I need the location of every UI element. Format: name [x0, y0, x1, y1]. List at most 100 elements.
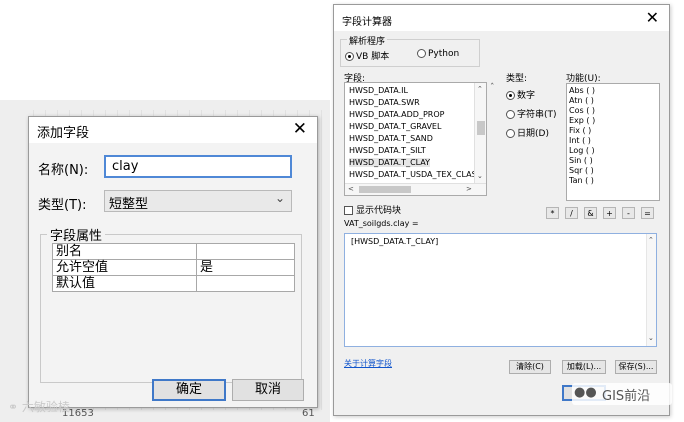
scroll-left-icon[interactable]: <	[348, 185, 354, 193]
field-properties-group: 字段属性 别名 允许空值 是 默认值	[40, 225, 302, 383]
list-item[interactable]: HWSD_DATA.ADD_PROP	[349, 110, 444, 119]
expression-label: VAT_soilgds.clay =	[344, 219, 419, 228]
clear-button[interactable]: 清除(C)	[509, 360, 551, 374]
table-row[interactable]: 允许空值 是	[52, 259, 295, 276]
properties-table: 别名 允许空值 是 默认值	[52, 243, 295, 292]
cancel-button[interactable]: 取消	[232, 379, 304, 401]
wechat-icon: ●●	[574, 385, 597, 400]
ok-button[interactable]: 确定	[152, 379, 226, 401]
watermark-icon: ⚭	[8, 400, 19, 414]
close-icon[interactable]: ✕	[646, 8, 659, 27]
watermark-left: ⚭ 六敏验棱	[8, 398, 70, 415]
list-item[interactable]: HWSD_DATA.T_GRAVEL	[349, 122, 441, 131]
vertical-scrollbar[interactable]: ⌃ ⌄	[646, 234, 656, 346]
chevron-down-icon: ⌄	[274, 191, 285, 205]
function-item[interactable]: Int ( )	[569, 136, 591, 145]
radio-icon	[345, 52, 354, 61]
close-icon[interactable]: ✕	[293, 119, 307, 139]
dialog-titlebar: 添加字段 ✕	[29, 117, 317, 143]
scrollbar-thumb[interactable]	[477, 121, 485, 135]
sort-handle-icon: ˆ	[490, 83, 495, 93]
parser-option-vb[interactable]: VB 脚本	[345, 49, 389, 62]
parser-title: 解析程序	[347, 34, 388, 47]
name-label: 名称(N):	[38, 163, 89, 178]
scroll-up-icon[interactable]: ⌃	[477, 85, 483, 93]
list-item[interactable]: HWSD_DATA.IL	[349, 86, 408, 95]
function-item[interactable]: Atn ( )	[569, 96, 594, 105]
table-row[interactable]: 默认值	[52, 275, 295, 292]
field-properties-title: 字段属性	[47, 225, 106, 244]
function-item[interactable]: Log ( )	[569, 146, 595, 155]
watermark-right: ●● GIS前沿	[572, 383, 672, 405]
property-value[interactable]: 是	[196, 259, 295, 276]
list-item[interactable]: HWSD_DATA.T_SAND	[349, 134, 433, 143]
scrollbar-thumb[interactable]	[359, 186, 411, 193]
type-label: 类型:	[506, 74, 528, 84]
parser-option-label: VB 脚本	[356, 52, 390, 62]
parser-group: 解析程序 VB 脚本 Python	[340, 34, 480, 67]
operator-divide-button[interactable]: /	[565, 207, 578, 219]
operator-equals-button[interactable]: =	[641, 207, 654, 219]
name-input-value: clay	[112, 159, 139, 174]
radio-icon	[506, 110, 515, 119]
show-codeblock-checkbox[interactable]: 显示代码块	[344, 203, 401, 216]
parser-option-label: Python	[428, 49, 460, 59]
expression-textarea[interactable]: [HWSD_DATA.T_CLAY] ⌃ ⌄	[344, 233, 657, 347]
vertical-scrollbar[interactable]: ⌃ ⌄	[474, 83, 486, 183]
save-button[interactable]: 保存(S)...	[615, 360, 657, 374]
parser-option-python[interactable]: Python	[417, 49, 459, 59]
list-item[interactable]: HWSD_DATA.T_SILT	[349, 146, 426, 155]
fields-list[interactable]: HWSD_DATA.IL HWSD_DATA.SWR HWSD_DATA.ADD…	[344, 82, 487, 196]
radio-icon	[506, 129, 515, 138]
scroll-down-icon[interactable]: ⌄	[477, 172, 483, 180]
function-item[interactable]: Exp ( )	[569, 116, 595, 125]
list-item[interactable]: HWSD_DATA.SWR	[349, 98, 420, 107]
type-select-value: 短整型	[109, 197, 149, 212]
checkbox-icon	[344, 206, 353, 215]
scroll-down-icon[interactable]: ⌄	[648, 334, 654, 342]
watermark-text: 六敏验棱	[21, 400, 70, 414]
field-calculator-dialog: 字段计算器 ✕ 解析程序 VB 脚本 Python 字段: HWSD_DATA.…	[333, 4, 670, 416]
scroll-right-icon[interactable]: >	[466, 185, 472, 193]
type-label: 类型(T):	[38, 198, 87, 213]
property-name: 允许空值	[52, 259, 197, 276]
scroll-up-icon[interactable]: ⌃	[648, 236, 654, 244]
property-name: 别名	[52, 243, 197, 260]
expression-text: [HWSD_DATA.T_CLAY]	[351, 237, 439, 246]
type-option-label: 数字	[517, 91, 536, 101]
operator-multiply-button[interactable]: *	[546, 207, 559, 219]
list-item[interactable]: HWSD_DATA.T_USDA_TEX_CLASS	[349, 170, 482, 179]
bg-number-right: 61	[302, 408, 315, 419]
type-option-string[interactable]: 字符串(T)	[506, 107, 557, 120]
operator-minus-button[interactable]: -	[622, 207, 635, 219]
name-input[interactable]: clay	[104, 155, 292, 178]
dialog-titlebar: 字段计算器 ✕	[334, 5, 669, 31]
property-value[interactable]	[196, 275, 295, 292]
function-item[interactable]: Sqr ( )	[569, 166, 594, 175]
type-select[interactable]: 短整型 ⌄	[104, 190, 292, 212]
radio-icon	[417, 49, 426, 58]
property-value[interactable]	[196, 243, 295, 260]
functions-list[interactable]: Abs ( ) Atn ( ) Cos ( ) Exp ( ) Fix ( ) …	[566, 83, 660, 201]
function-item[interactable]: Fix ( )	[569, 126, 591, 135]
dialog-title: 添加字段	[37, 126, 90, 141]
dialog-title: 字段计算器	[342, 17, 392, 28]
load-button[interactable]: 加载(L)...	[562, 360, 606, 374]
type-option-number[interactable]: 数字	[506, 88, 535, 101]
watermark-text: GIS前沿	[602, 389, 651, 404]
type-option-label: 日期(D)	[517, 129, 549, 139]
add-field-dialog: 添加字段 ✕ 名称(N): clay 类型(T): 短整型 ⌄ 字段属性 别名 …	[28, 116, 318, 408]
about-calculate-field-link[interactable]: 关于计算字段	[344, 358, 392, 369]
type-option-date[interactable]: 日期(D)	[506, 126, 549, 139]
table-row[interactable]: 别名	[52, 243, 295, 260]
list-item-selected[interactable]: HWSD_DATA.T_CLAY	[349, 158, 431, 167]
function-item[interactable]: Abs ( )	[569, 86, 595, 95]
radio-icon	[506, 91, 515, 100]
function-item[interactable]: Cos ( )	[569, 106, 595, 115]
function-item[interactable]: Sin ( )	[569, 156, 593, 165]
function-item[interactable]: Tan ( )	[569, 176, 594, 185]
type-option-label: 字符串(T)	[517, 110, 557, 120]
horizontal-scrollbar[interactable]: < >	[345, 183, 486, 195]
operator-concat-button[interactable]: &	[584, 207, 597, 219]
operator-plus-button[interactable]: +	[603, 207, 616, 219]
